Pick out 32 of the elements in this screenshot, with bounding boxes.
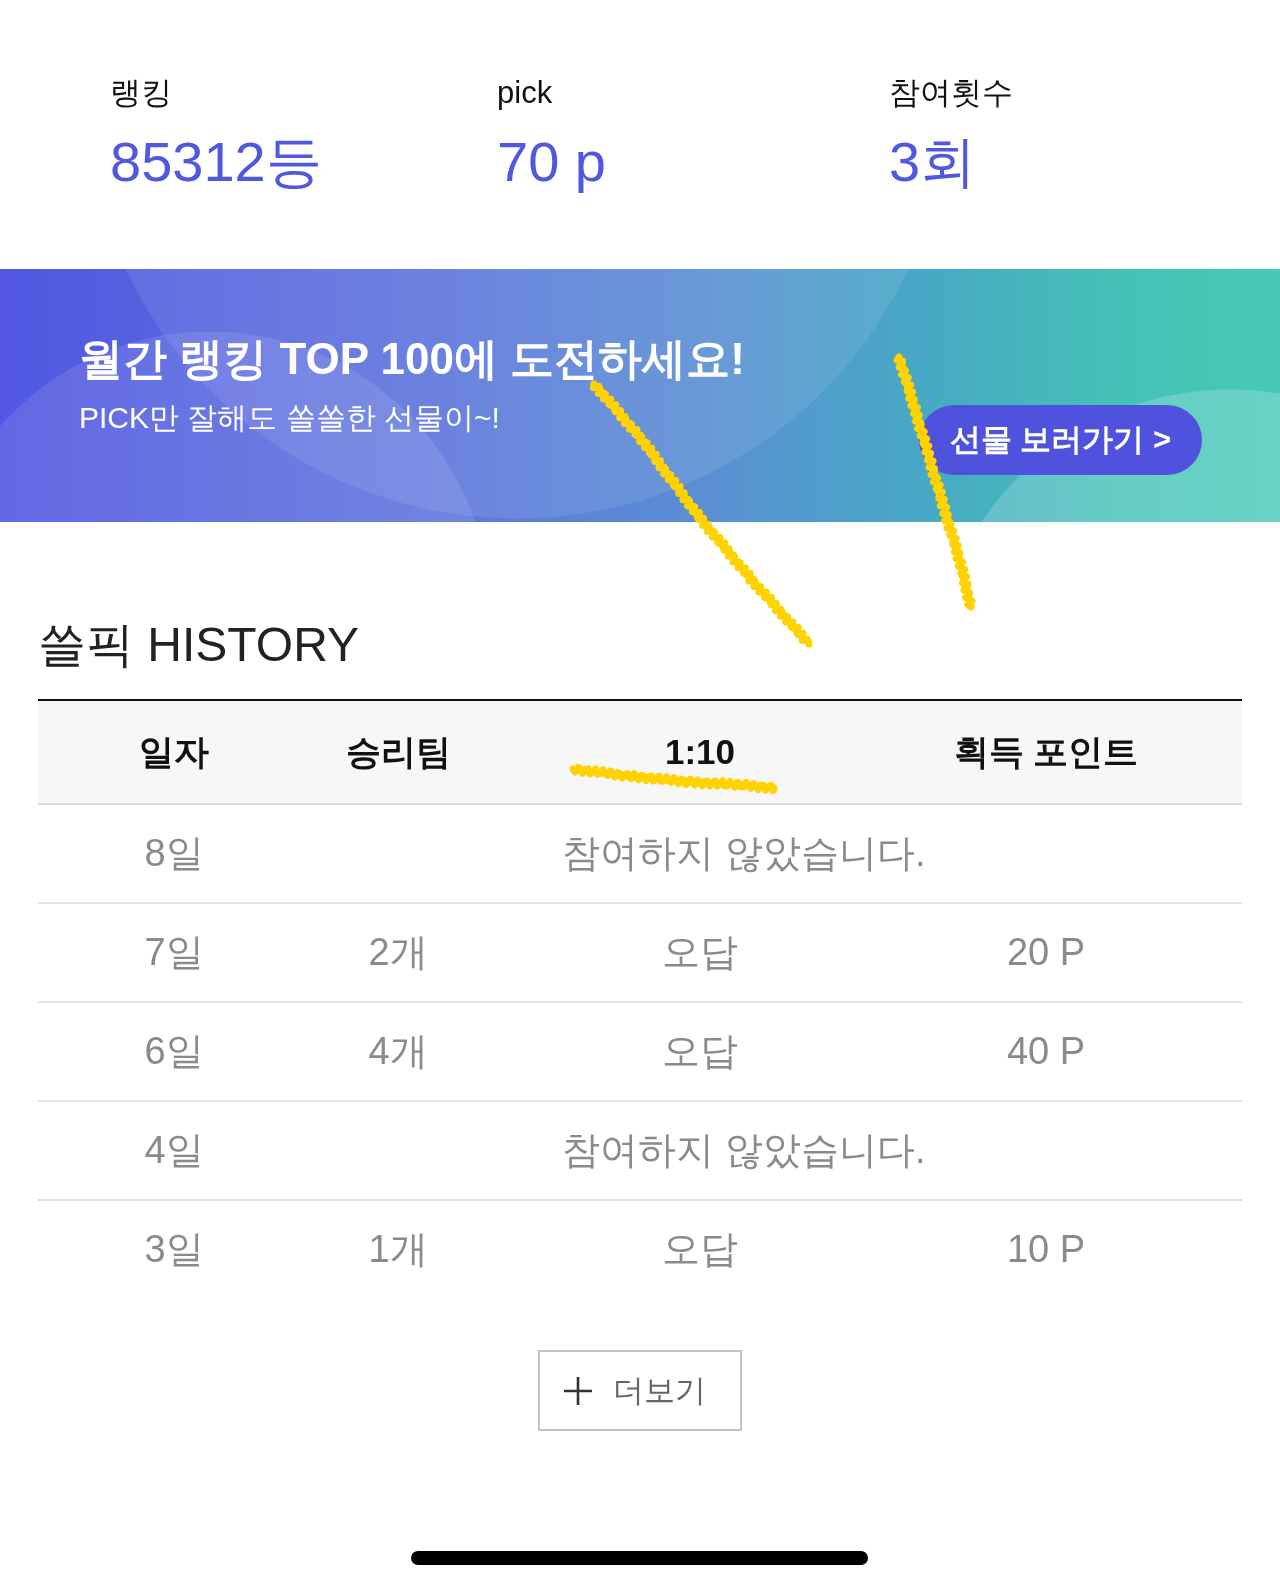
stat-value: 3회 xyxy=(889,130,977,194)
stat-label: pick xyxy=(497,74,553,112)
table-cell-text: 오답 xyxy=(662,1227,738,1272)
column-header: 일자 xyxy=(139,730,209,773)
stat-label: 랭킹 xyxy=(110,74,172,112)
table-cell: 20 P xyxy=(1006,931,1086,974)
column-header: 1:10 xyxy=(664,732,736,772)
more-button[interactable]: 더보기 xyxy=(538,1350,742,1431)
table-cell-text: 1개 xyxy=(368,1227,428,1272)
gift-button[interactable]: 선물 보러가기 > xyxy=(919,405,1202,475)
table-cell-text: 7일 xyxy=(144,930,204,975)
table-cell-text: 2개 xyxy=(368,930,428,975)
table-cell-text: 오답 xyxy=(662,930,738,975)
stat-label: 참여횟수 xyxy=(889,74,1013,112)
column-header: 획득 포인트 xyxy=(953,730,1139,773)
table-cell: 40 P xyxy=(1006,1030,1086,1073)
table-cell: 10 P xyxy=(1006,1228,1086,1271)
stat-value: 85312등 xyxy=(110,130,322,194)
stat-value: 70 p xyxy=(497,130,606,194)
plus-icon xyxy=(563,1375,593,1406)
column-header: 승리팀 xyxy=(345,730,451,773)
table-cell-text: 참여하지 않았습니다. xyxy=(562,1128,926,1173)
table-cell-text: 오답 xyxy=(662,1029,738,1074)
table-cell-text: 참여하지 않았습니다. xyxy=(562,831,926,876)
table-cell-text: 4개 xyxy=(368,1029,428,1074)
table-cell-text: 8일 xyxy=(144,831,204,876)
history-title: 쓸픽 HISTORY xyxy=(38,617,359,673)
table-cell-text: 4일 xyxy=(144,1128,204,1173)
banner-subtitle: PICK만 잘해도 쏠쏠한 선물이~! xyxy=(79,400,500,436)
table-cell-text: 6일 xyxy=(144,1029,204,1074)
table-cell-text: 3일 xyxy=(144,1227,204,1272)
banner-title: 월간 랭킹 TOP 100에 도전하세요! xyxy=(79,333,745,385)
